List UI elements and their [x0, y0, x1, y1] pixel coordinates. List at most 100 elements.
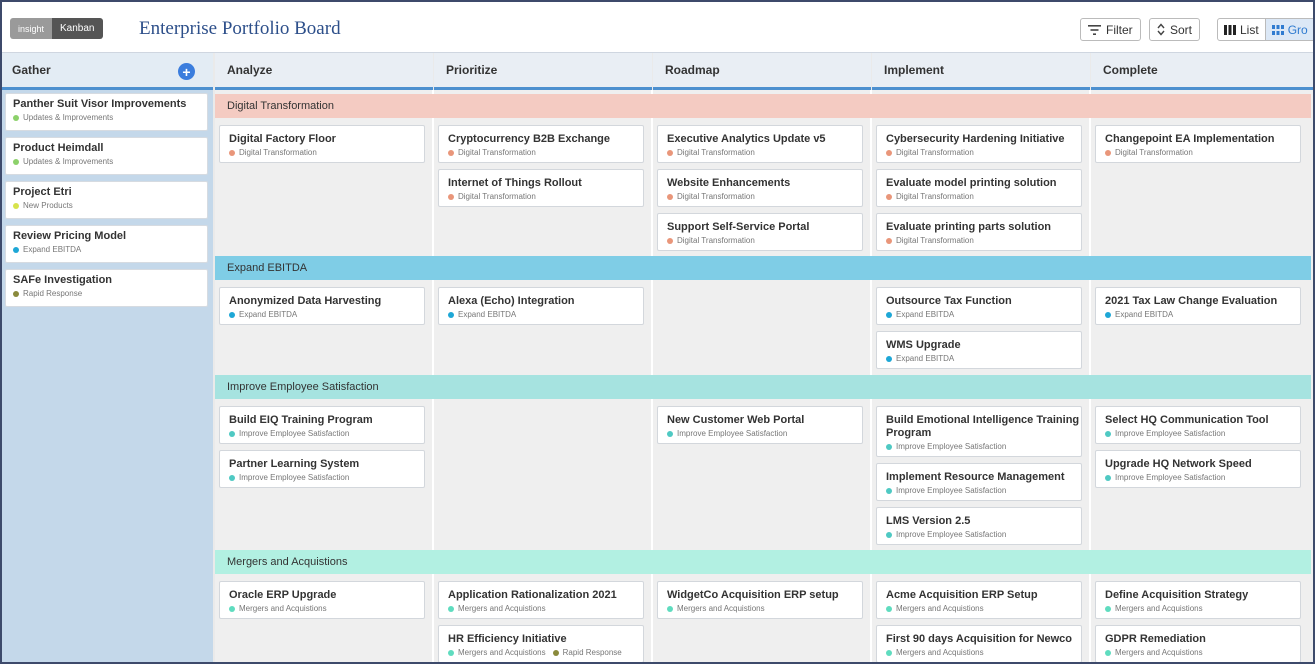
- card-title: First 90 days Acquisition for Newco: [886, 633, 1073, 645]
- card-tag-label: Updates & Improvements: [23, 113, 114, 122]
- insight-toggle-option[interactable]: insight: [10, 18, 53, 39]
- gather-column: Gather + Panther Suit Visor Improvements…: [2, 53, 213, 662]
- swimlane-header[interactable]: Expand EBITDA: [215, 256, 1311, 280]
- work-item-card[interactable]: Outsource Tax Function Expand EBITDA: [876, 287, 1082, 325]
- work-item-card[interactable]: Define Acquisition Strategy Mergers and A…: [1095, 581, 1301, 619]
- card-title: Acme Acquisition ERP Setup: [886, 589, 1038, 601]
- card-tag: Expand EBITDA: [448, 309, 643, 320]
- work-item-card[interactable]: Internet of Things Rollout Digital Transf…: [438, 169, 644, 207]
- tag-color-dot: [886, 237, 892, 244]
- card-tag-label: Improve Employee Satisfaction: [1115, 429, 1226, 438]
- gather-column-title: Gather: [12, 63, 51, 77]
- work-item-card[interactable]: LMS Version 2.5 Improve Employee Satisfac…: [876, 507, 1082, 545]
- work-item-card[interactable]: WMS Upgrade Expand EBITDA: [876, 331, 1082, 369]
- work-item-card[interactable]: Build Emotional Intelligence Training Pr…: [876, 406, 1082, 457]
- card-tag: Improve Employee Satisfaction: [886, 441, 1081, 452]
- tag-color-dot: [886, 149, 892, 156]
- kanban-toggle-option[interactable]: Kanban: [52, 18, 103, 39]
- card-tag: Improve Employee Satisfaction: [667, 428, 862, 439]
- filter-button[interactable]: Filter: [1080, 18, 1141, 41]
- work-item-card[interactable]: Build EIQ Training Program Improve Employ…: [219, 406, 425, 444]
- work-item-card[interactable]: Cryptocurrency B2B Exchange Digital Trans…: [438, 125, 644, 163]
- tag-color-dot: [667, 193, 673, 200]
- gather-card[interactable]: Project Etri New Products: [5, 181, 208, 219]
- work-item-card[interactable]: Implement Resource Management Improve Emp…: [876, 463, 1082, 501]
- work-item-card[interactable]: Application Rationalization 2021 Mergers …: [438, 581, 644, 619]
- work-item-card[interactable]: Website Enhancements Digital Transformati…: [657, 169, 863, 207]
- gather-card[interactable]: Review Pricing Model Expand EBITDA: [5, 225, 208, 263]
- card-tag-label: Expand EBITDA: [1115, 310, 1174, 319]
- gather-card[interactable]: Panther Suit Visor Improvements Updates &…: [5, 93, 208, 131]
- work-item-card[interactable]: GDPR Remediation Mergers and Acquistions: [1095, 625, 1301, 662]
- swimlane-header[interactable]: Mergers and Acquistions: [215, 550, 1311, 574]
- tag-color-dot: [1105, 430, 1111, 437]
- card-tag-label: New Products: [23, 201, 73, 210]
- swimlane-header[interactable]: Improve Employee Satisfaction: [215, 375, 1311, 399]
- card-tag: Digital Transformation: [667, 235, 862, 246]
- secondary-tag: Rapid Response: [552, 647, 622, 658]
- tag-color-dot: [229, 605, 235, 612]
- card-tag-label: Updates & Improvements: [23, 157, 114, 166]
- card-tag: Digital Transformation: [886, 191, 1081, 202]
- gather-card[interactable]: Product Heimdall Updates & Improvements: [5, 137, 208, 175]
- work-item-card[interactable]: Evaluate model printing solution Digital …: [876, 169, 1082, 207]
- card-tag-label: Digital Transformation: [677, 192, 755, 201]
- list-view-button[interactable]: List: [1218, 19, 1265, 40]
- work-item-card[interactable]: Executive Analytics Update v5 Digital Tra…: [657, 125, 863, 163]
- card-title: Implement Resource Management: [886, 471, 1065, 483]
- tag-color-dot: [229, 430, 235, 437]
- card-title: Upgrade HQ Network Speed: [1105, 458, 1252, 470]
- top-bar: insight Kanban Enterprise Portfolio Boar…: [2, 2, 1313, 53]
- card-tag-label: Mergers and Acquistions: [1115, 604, 1203, 613]
- gather-card[interactable]: SAFe Investigation Rapid Response: [5, 269, 208, 307]
- work-item-card[interactable]: Partner Learning System Improve Employee …: [219, 450, 425, 488]
- tag-color-dot: [1105, 605, 1111, 612]
- work-item-card[interactable]: Support Self-Service Portal Digital Trans…: [657, 213, 863, 251]
- card-tag: Expand EBITDA: [229, 309, 424, 320]
- card-tag-label: Digital Transformation: [239, 148, 317, 157]
- work-item-card[interactable]: HR Efficiency Initiative Mergers and Acqu…: [438, 625, 644, 662]
- sort-label: Sort: [1170, 22, 1193, 37]
- work-item-card[interactable]: Digital Factory Floor Digital Transformat…: [219, 125, 425, 163]
- tag-color-dot: [886, 443, 892, 450]
- work-item-card[interactable]: Alexa (Echo) Integration Expand EBITDA: [438, 287, 644, 325]
- work-item-card[interactable]: Changepoint EA Implementation Digital Tra…: [1095, 125, 1301, 163]
- card-tag-label: Digital Transformation: [896, 236, 974, 245]
- column-header-complete: Complete: [1091, 53, 1313, 90]
- work-item-card[interactable]: Anonymized Data Harvesting Expand EBITDA: [219, 287, 425, 325]
- card-title: Project Etri: [13, 186, 72, 198]
- work-item-card[interactable]: 2021 Tax Law Change Evaluation Expand EBI…: [1095, 287, 1301, 325]
- work-item-card[interactable]: Select HQ Communication Tool Improve Empl…: [1095, 406, 1301, 444]
- card-title: Changepoint EA Implementation: [1105, 133, 1275, 145]
- list-view-label: List: [1240, 22, 1259, 37]
- work-item-card[interactable]: Upgrade HQ Network Speed Improve Employee…: [1095, 450, 1301, 488]
- card-tag: Expand EBITDA: [1105, 309, 1300, 320]
- card-tag-label: Improve Employee Satisfaction: [896, 530, 1007, 539]
- swimlane-header[interactable]: Digital Transformation: [215, 94, 1311, 118]
- list-icon: [1224, 24, 1236, 35]
- work-item-card[interactable]: Cybersecurity Hardening Initiative Digita…: [876, 125, 1082, 163]
- work-item-card[interactable]: First 90 days Acquisition for Newco Merge…: [876, 625, 1082, 662]
- card-title: Alexa (Echo) Integration: [448, 295, 575, 307]
- card-tag-label: Expand EBITDA: [239, 310, 298, 319]
- work-item-card[interactable]: New Customer Web Portal Improve Employee …: [657, 406, 863, 444]
- tag-color-dot: [886, 311, 892, 318]
- card-tag: Expand EBITDA: [13, 244, 207, 255]
- card-title: Anonymized Data Harvesting: [229, 295, 382, 307]
- card-tag: Mergers and Acquistions: [1105, 647, 1300, 658]
- card-tag: Mergers and Acquistions: [886, 603, 1081, 614]
- card-tag-label: Expand EBITDA: [896, 354, 955, 363]
- work-item-card[interactable]: Oracle ERP Upgrade Mergers and Acquistion…: [219, 581, 425, 619]
- sort-button[interactable]: Sort: [1149, 18, 1201, 41]
- card-tag-label: Mergers and Acquistions: [458, 648, 546, 657]
- view-mode-toggle[interactable]: insight Kanban: [10, 18, 103, 39]
- work-item-card[interactable]: WidgetCo Acquisition ERP setup Mergers an…: [657, 581, 863, 619]
- card-tag: New Products: [13, 200, 207, 211]
- swimlane-label: Digital Transformation: [227, 100, 334, 112]
- app-window: insight Kanban Enterprise Portfolio Boar…: [0, 0, 1315, 664]
- card-tag: Digital Transformation: [1105, 147, 1300, 158]
- add-card-button[interactable]: +: [178, 63, 195, 80]
- work-item-card[interactable]: Acme Acquisition ERP Setup Mergers and Ac…: [876, 581, 1082, 619]
- work-item-card[interactable]: Evaluate printing parts solution Digital …: [876, 213, 1082, 251]
- grid-view-button[interactable]: Gro: [1264, 19, 1313, 40]
